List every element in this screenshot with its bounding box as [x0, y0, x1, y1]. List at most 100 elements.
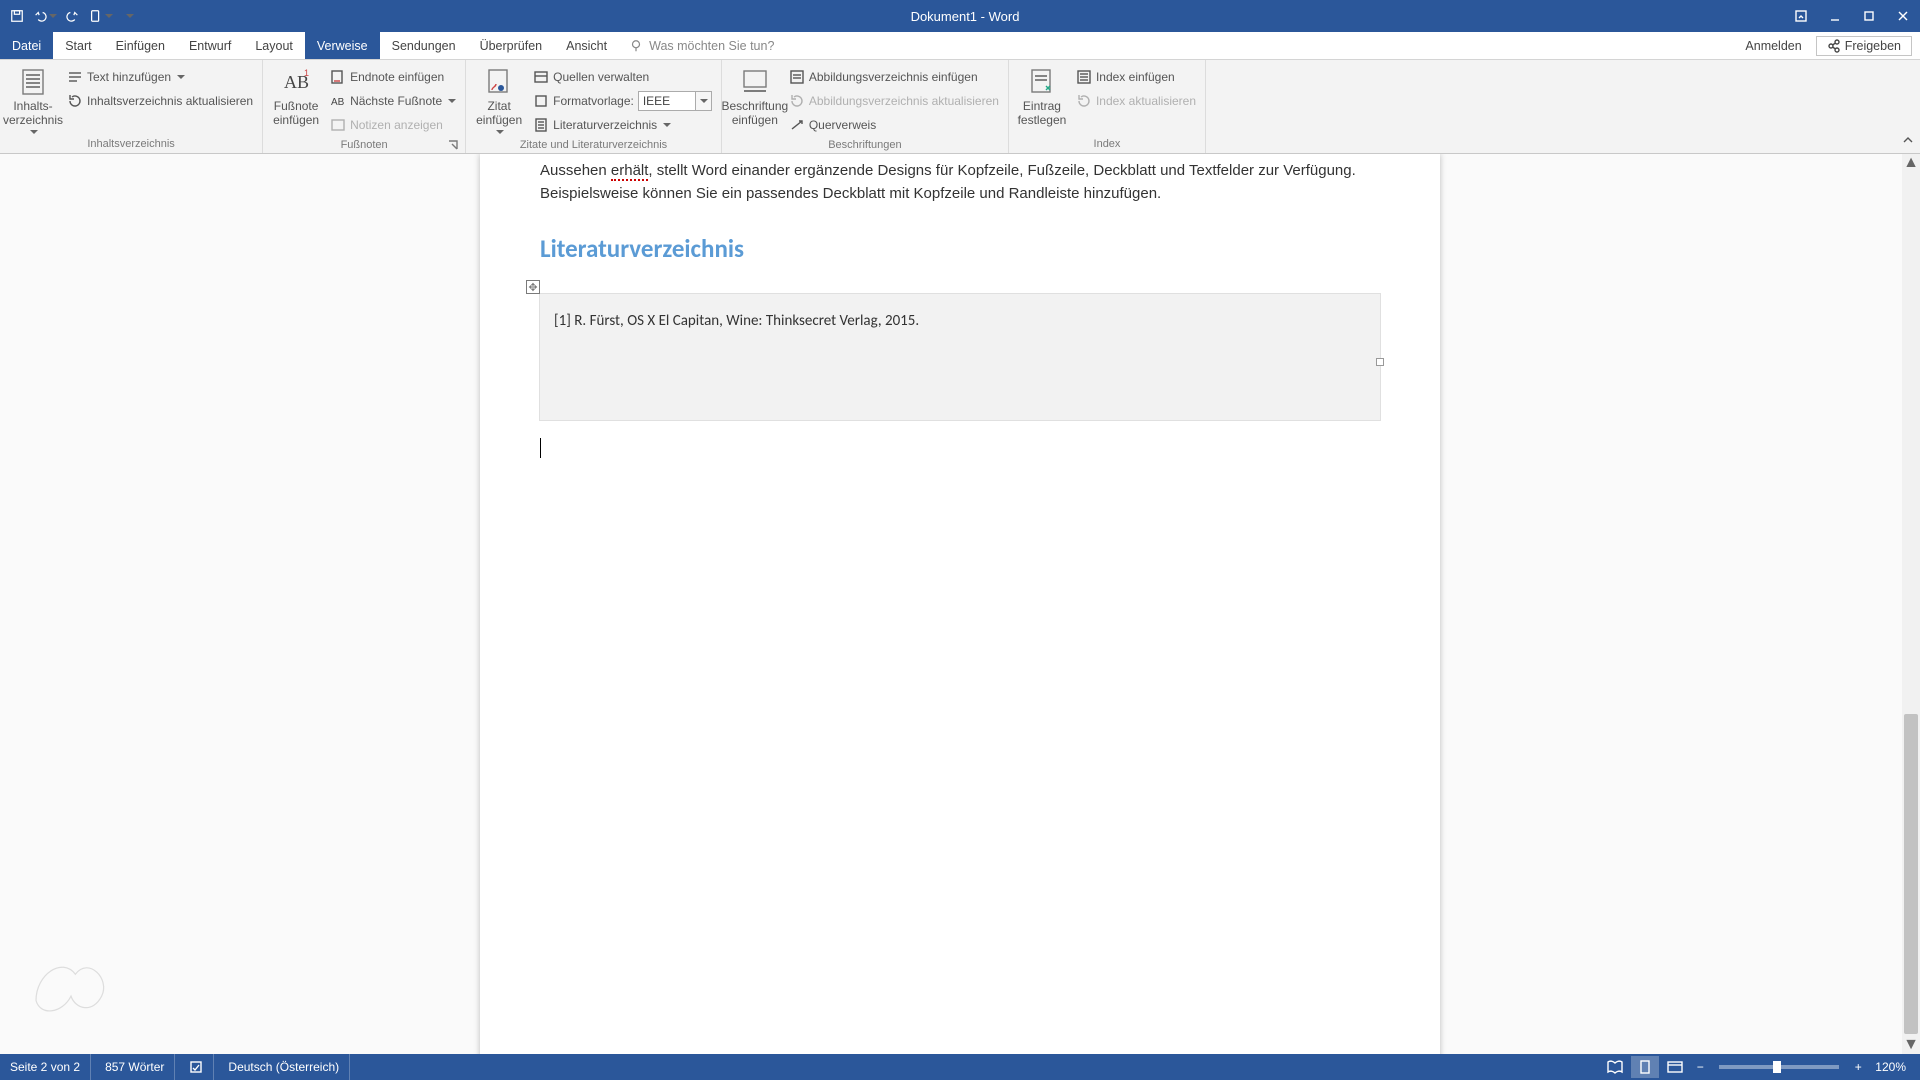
- word-count[interactable]: 857 Wörter: [95, 1054, 175, 1080]
- print-layout-button[interactable]: [1631, 1056, 1659, 1078]
- update-toc-button[interactable]: Inhaltsverzeichnis aktualisieren: [64, 90, 256, 112]
- collapse-ribbon-icon[interactable]: [1902, 134, 1914, 149]
- page[interactable]: Aussehen erhält, stellt Word einander er…: [480, 154, 1440, 1054]
- insert-figure-index-button[interactable]: Abbildungsverzeichnis einfügen: [786, 66, 1002, 88]
- bibliography-field[interactable]: ✥ [1] R. Fürst, OS X El Capitan, Wine: T…: [540, 294, 1380, 420]
- bibliography-entry[interactable]: [1] R. Fürst, OS X El Capitan, Wine: Thi…: [554, 312, 1366, 330]
- insert-citation-button[interactable]: Zitat einfügen: [472, 62, 526, 134]
- spelling-error: erhält: [611, 162, 649, 181]
- caption-icon: [739, 66, 771, 98]
- signin-link[interactable]: Anmelden: [1735, 39, 1811, 53]
- save-icon[interactable]: [4, 3, 30, 29]
- ribbon-display-options-icon[interactable]: [1784, 0, 1818, 32]
- body-paragraph[interactable]: Aussehen erhält, stellt Word einander er…: [540, 160, 1380, 205]
- ribbon: Inhalts- verzeichnis Text hinzufügen Inh…: [0, 60, 1920, 154]
- bibliography-label: Literaturverzeichnis: [553, 118, 657, 132]
- cross-reference-icon: [789, 117, 805, 133]
- zoom-level[interactable]: 120%: [1869, 1060, 1912, 1074]
- language-indicator[interactable]: Deutsch (Österreich): [218, 1054, 350, 1080]
- show-notes-button[interactable]: Notizen anzeigen: [327, 114, 459, 136]
- read-mode-button[interactable]: [1601, 1056, 1629, 1078]
- qat-customize-icon[interactable]: [116, 3, 142, 29]
- mark-entry-icon: [1026, 66, 1058, 98]
- tab-layout[interactable]: Layout: [243, 32, 305, 59]
- zoom-slider[interactable]: [1719, 1065, 1839, 1069]
- add-text-label: Text hinzufügen: [87, 70, 171, 84]
- figure-index-icon: [789, 69, 805, 85]
- body-text-pre: Aussehen: [540, 162, 611, 179]
- next-footnote-icon: AB: [330, 93, 346, 109]
- tab-references[interactable]: Verweise: [305, 32, 380, 59]
- vertical-scrollbar[interactable]: ▲ ▼: [1902, 154, 1920, 1054]
- tell-me-search[interactable]: Was möchten Sie tun?: [619, 32, 784, 59]
- bibliography-heading[interactable]: Literaturverzeichnis: [540, 233, 1380, 264]
- update-index-label: Index aktualisieren: [1096, 94, 1196, 108]
- tab-design[interactable]: Entwurf: [177, 32, 243, 59]
- tab-review[interactable]: Überprüfen: [468, 32, 555, 59]
- zoom-slider-knob[interactable]: [1773, 1061, 1781, 1073]
- document-area[interactable]: Aussehen erhält, stellt Word einander er…: [0, 154, 1902, 1054]
- field-end-handle[interactable]: [1376, 358, 1384, 366]
- chevron-down-icon: [496, 130, 504, 134]
- group-citations: Zitat einfügen Quellen verwalten Formatv…: [466, 60, 722, 153]
- tab-insert[interactable]: Einfügen: [104, 32, 177, 59]
- undo-icon[interactable]: [32, 3, 58, 29]
- chevron-down-icon: [177, 75, 185, 79]
- tab-view[interactable]: Ansicht: [554, 32, 619, 59]
- close-icon[interactable]: [1886, 0, 1920, 32]
- insert-index-icon: [1076, 69, 1092, 85]
- window-controls: [1784, 0, 1920, 32]
- tell-me-placeholder: Was möchten Sie tun?: [649, 39, 774, 53]
- citation-style-combo[interactable]: Formatvorlage: IEEE: [530, 90, 715, 112]
- manage-sources-button[interactable]: Quellen verwalten: [530, 66, 715, 88]
- cross-reference-button[interactable]: Querverweis: [786, 114, 1002, 136]
- style-value[interactable]: IEEE: [638, 91, 696, 111]
- minimize-icon[interactable]: [1818, 0, 1852, 32]
- add-text-button[interactable]: Text hinzufügen: [64, 66, 256, 88]
- insert-citation-label: Zitat einfügen: [476, 100, 522, 128]
- maximize-icon[interactable]: [1852, 0, 1886, 32]
- share-label: Freigeben: [1845, 39, 1901, 53]
- endnote-icon: [330, 69, 346, 85]
- field-move-handle[interactable]: ✥: [526, 280, 540, 294]
- web-layout-button[interactable]: [1661, 1056, 1689, 1078]
- dialog-launcher-icon[interactable]: [447, 139, 459, 151]
- zoom-out-button[interactable]: −: [1691, 1060, 1709, 1074]
- toc-button[interactable]: Inhalts- verzeichnis: [6, 62, 60, 134]
- insert-index-label: Index einfügen: [1096, 70, 1175, 84]
- quick-access-toolbar: [0, 3, 146, 29]
- tab-file[interactable]: Datei: [0, 32, 53, 59]
- update-index-button[interactable]: Index aktualisieren: [1073, 90, 1199, 112]
- mark-entry-button[interactable]: Eintrag festlegen: [1015, 62, 1069, 128]
- proofing-button[interactable]: [179, 1054, 214, 1080]
- refresh-icon: [789, 93, 805, 109]
- refresh-icon: [67, 93, 83, 109]
- page-indicator[interactable]: Seite 2 von 2: [0, 1054, 91, 1080]
- group-index: Eintrag festlegen Index einfügen Index a…: [1009, 60, 1206, 153]
- body-text-post: , stellt Word einander ergänzende Design…: [540, 162, 1356, 202]
- tab-mailings[interactable]: Sendungen: [380, 32, 468, 59]
- cross-reference-label: Querverweis: [809, 118, 876, 132]
- zoom-in-button[interactable]: +: [1849, 1060, 1867, 1074]
- update-figure-index-button[interactable]: Abbildungsverzeichnis aktualisieren: [786, 90, 1002, 112]
- scroll-up-icon[interactable]: ▲: [1902, 154, 1920, 172]
- text-cursor: [540, 438, 541, 458]
- scroll-thumb[interactable]: [1904, 714, 1918, 1034]
- title-bar: Dokument1 - Word: [0, 0, 1920, 32]
- redo-icon[interactable]: [60, 3, 86, 29]
- scroll-down-icon[interactable]: ▼: [1902, 1036, 1920, 1054]
- touch-mode-icon[interactable]: [88, 3, 114, 29]
- bibliography-icon: [533, 117, 549, 133]
- style-dropdown-arrow[interactable]: [696, 91, 712, 111]
- mark-entry-label: Eintrag festlegen: [1018, 100, 1067, 128]
- toc-button-label: Inhalts- verzeichnis: [3, 100, 63, 128]
- bibliography-button[interactable]: Literaturverzeichnis: [530, 114, 715, 136]
- watermark-logo: [26, 948, 116, 1018]
- insert-endnote-button[interactable]: Endnote einfügen: [327, 66, 459, 88]
- insert-footnote-button[interactable]: AB1 Fußnote einfügen: [269, 62, 323, 128]
- insert-caption-button[interactable]: Beschriftung einfügen: [728, 62, 782, 128]
- insert-index-button[interactable]: Index einfügen: [1073, 66, 1199, 88]
- share-button[interactable]: Freigeben: [1816, 36, 1912, 56]
- next-footnote-button[interactable]: AB Nächste Fußnote: [327, 90, 459, 112]
- tab-start[interactable]: Start: [53, 32, 103, 59]
